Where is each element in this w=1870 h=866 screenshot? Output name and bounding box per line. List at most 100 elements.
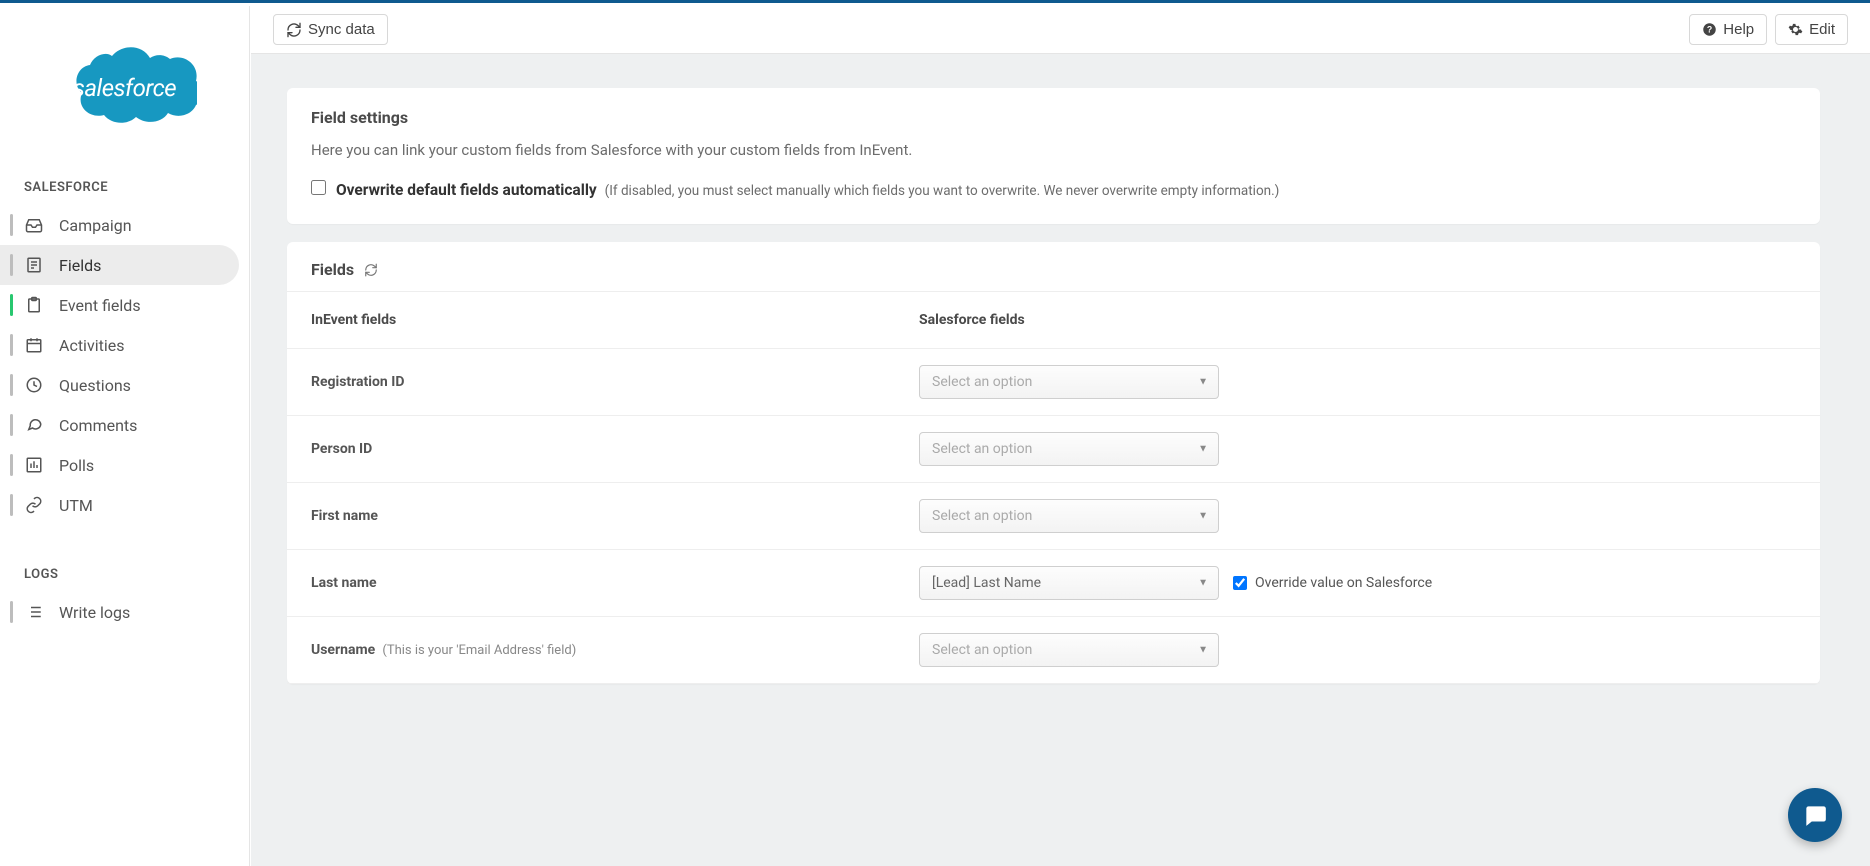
sidebar-item-label: UTM <box>59 496 93 515</box>
salesforce-field-select[interactable]: Select an option▼ <box>919 499 1219 533</box>
salesforce-field-select[interactable]: Select an option▼ <box>919 633 1219 667</box>
field-row-controls: Select an option▼ <box>919 499 1796 533</box>
svg-text:?: ? <box>1707 25 1712 35</box>
sidebar-item-write-logs[interactable]: Write logs <box>0 592 239 632</box>
fields-table-header: InEvent fields Salesforce fields <box>287 291 1820 349</box>
nav-bar-indicator <box>10 294 13 316</box>
comments-icon <box>23 414 45 436</box>
list-icon <box>23 601 45 623</box>
field-settings-desc: Here you can link your custom fields fro… <box>311 141 1796 159</box>
overwrite-checkbox[interactable] <box>311 180 326 195</box>
sync-icon <box>286 22 302 38</box>
gear-icon <box>1788 22 1803 37</box>
fields-table-body: Registration IDSelect an option▼Person I… <box>287 349 1820 684</box>
field-row-controls: Select an option▼ <box>919 633 1796 667</box>
nav-bar-indicator <box>10 214 13 236</box>
field-row-label: Registration ID <box>311 374 919 390</box>
help-label: Help <box>1723 21 1754 38</box>
logo: salesforce <box>0 26 249 166</box>
topbar: Sync data ? Help Edit <box>251 6 1870 54</box>
nav-bar-indicator <box>10 494 13 516</box>
chat-icon <box>1802 802 1828 828</box>
sidebar-item-polls[interactable]: Polls <box>0 445 239 485</box>
chevron-down-icon: ▼ <box>1198 377 1208 388</box>
link-icon <box>23 494 45 516</box>
nav-bar-indicator <box>10 334 13 356</box>
edit-label: Edit <box>1809 21 1835 38</box>
field-row-controls: [Lead] Last Name▼ Override value on Sales… <box>919 566 1796 600</box>
sync-label: Sync data <box>308 21 375 38</box>
inbox-icon <box>23 214 45 236</box>
sidebar-item-event-fields[interactable]: Event fields <box>0 285 239 325</box>
field-row: Username (This is your 'Email Address' f… <box>287 617 1820 684</box>
nav-bar-indicator <box>10 254 13 276</box>
field-row-controls: Select an option▼ <box>919 432 1796 466</box>
salesforce-field-select[interactable]: Select an option▼ <box>919 365 1219 399</box>
sidebar-item-label: Write logs <box>59 603 130 622</box>
field-row: Last name[Lead] Last Name▼ Override value… <box>287 550 1820 617</box>
nav-bar-indicator <box>10 454 13 476</box>
chevron-down-icon: ▼ <box>1198 578 1208 589</box>
refresh-fields-icon[interactable] <box>364 263 378 277</box>
cloud-icon <box>52 36 197 136</box>
sidebar-item-campaign[interactable]: Campaign <box>0 205 239 245</box>
sidebar-item-comments[interactable]: Comments <box>0 405 239 445</box>
fields-header: Fields <box>287 242 1820 291</box>
field-row: Registration IDSelect an option▼ <box>287 349 1820 416</box>
field-row-controls: Select an option▼ <box>919 365 1796 399</box>
salesforce-field-select[interactable]: Select an option▼ <box>919 432 1219 466</box>
fields-card: Fields InEvent fields Salesforce fields … <box>287 242 1820 684</box>
chat-launcher[interactable] <box>1788 788 1842 842</box>
sync-data-button[interactable]: Sync data <box>273 14 388 45</box>
field-row: Person IDSelect an option▼ <box>287 416 1820 483</box>
sidebar-item-fields[interactable]: Fields <box>0 245 239 285</box>
calendar-icon <box>23 334 45 356</box>
salesforce-logo: salesforce <box>52 36 197 136</box>
nav-bar-indicator <box>10 601 13 623</box>
override-label: Override value on Salesforce <box>1255 575 1432 591</box>
col-salesforce: Salesforce fields <box>919 312 1796 328</box>
field-row-hint: (This is your 'Email Address' field) <box>379 643 576 658</box>
clock-icon <box>23 374 45 396</box>
field-row-label: Username (This is your 'Email Address' f… <box>311 642 919 658</box>
field-settings-title: Field settings <box>311 108 1796 127</box>
sidebar-item-label: Fields <box>59 256 101 275</box>
field-row-label: First name <box>311 508 919 524</box>
field-settings-card: Field settings Here you can link your cu… <box>287 88 1820 224</box>
chart-icon <box>23 454 45 476</box>
sidebar-nav-logs: Write logs <box>0 592 249 632</box>
sidebar-nav: Campaign Fields Event fields Activities Ques… <box>0 205 249 525</box>
salesforce-field-select[interactable]: [Lead] Last Name▼ <box>919 566 1219 600</box>
sidebar-item-label: Polls <box>59 456 94 475</box>
sidebar-section-logs: LOGS <box>0 553 249 592</box>
edit-button[interactable]: Edit <box>1775 14 1848 45</box>
form-icon <box>23 254 45 276</box>
sidebar-item-label: Questions <box>59 376 131 395</box>
chevron-down-icon: ▼ <box>1198 511 1208 522</box>
sidebar-item-label: Event fields <box>59 296 141 315</box>
chevron-down-icon: ▼ <box>1198 645 1208 656</box>
sidebar-item-activities[interactable]: Activities <box>0 325 239 365</box>
field-row: First nameSelect an option▼ <box>287 483 1820 550</box>
nav-bar-indicator <box>10 374 13 396</box>
sidebar-item-utm[interactable]: UTM <box>0 485 239 525</box>
overwrite-note: (If disabled, you must select manually w… <box>605 183 1280 199</box>
sidebar-item-label: Activities <box>59 336 124 355</box>
col-inevent: InEvent fields <box>311 312 919 328</box>
override-checkbox[interactable] <box>1233 576 1247 590</box>
sidebar-section-salesforce: SALESFORCE <box>0 166 249 205</box>
overwrite-label: Overwrite default fields automatically <box>336 181 597 199</box>
nav-bar-indicator <box>10 414 13 436</box>
override-checkbox-row[interactable]: Override value on Salesforce <box>1233 575 1432 591</box>
fields-title: Fields <box>311 260 354 279</box>
help-button[interactable]: ? Help <box>1689 14 1767 45</box>
sidebar-item-label: Comments <box>59 416 137 435</box>
content-scroll[interactable]: Field settings Here you can link your cu… <box>251 54 1870 866</box>
main-panel: Sync data ? Help Edit Field settings Her… <box>251 6 1870 866</box>
overwrite-checkbox-row[interactable]: Overwrite default fields automatically (… <box>311 177 1796 202</box>
sidebar-item-questions[interactable]: Questions <box>0 365 239 405</box>
field-row-label: Person ID <box>311 441 919 457</box>
chevron-down-icon: ▼ <box>1198 444 1208 455</box>
help-icon: ? <box>1702 22 1717 37</box>
field-row-label: Last name <box>311 575 919 591</box>
